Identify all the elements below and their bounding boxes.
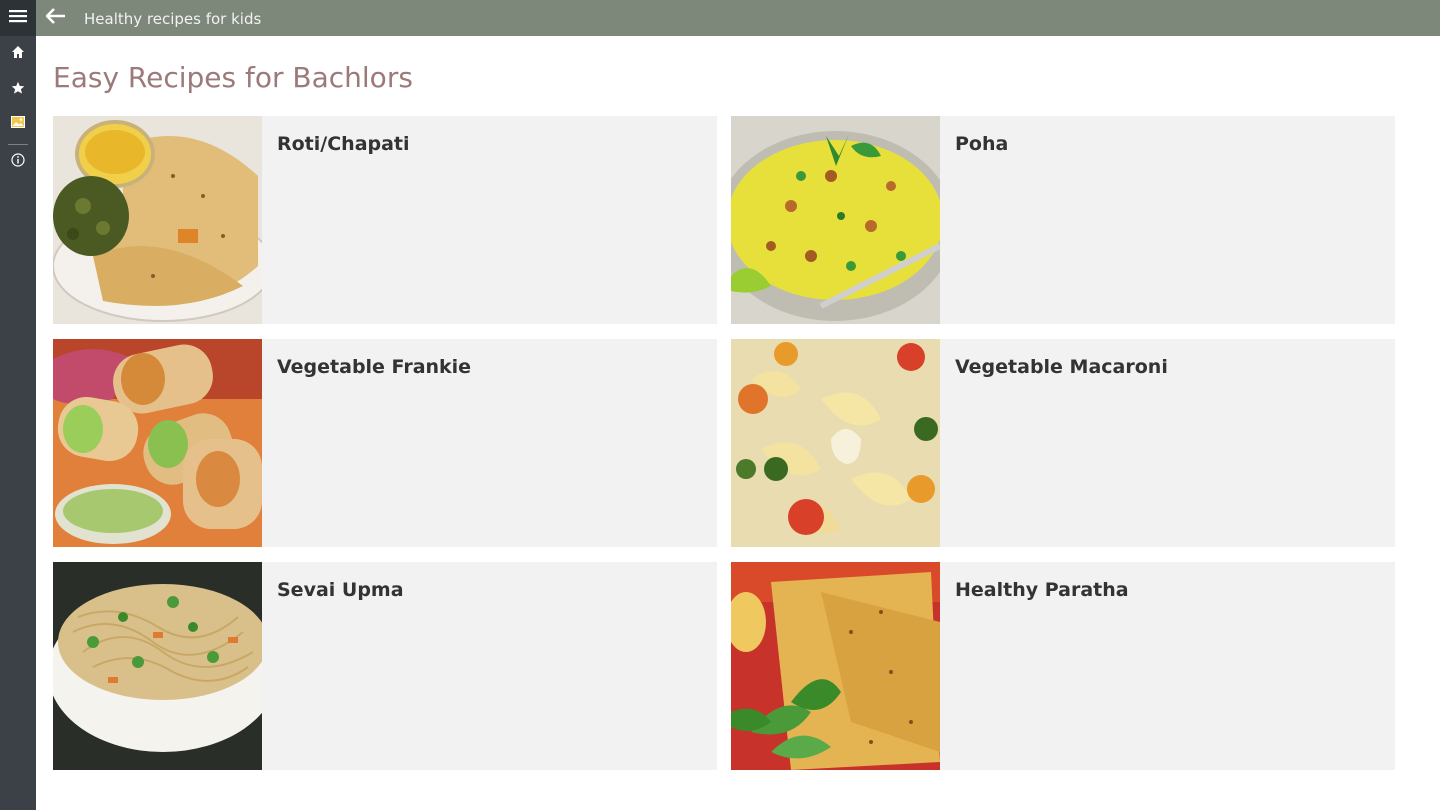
- home-button[interactable]: [0, 36, 36, 72]
- back-arrow-icon: [45, 7, 66, 29]
- app-title: Healthy recipes for kids: [84, 10, 262, 28]
- recipe-thumbnail: [53, 562, 262, 770]
- recipe-thumbnail: [731, 116, 940, 324]
- recipe-name: Sevai Upma: [277, 579, 404, 601]
- back-button[interactable]: [42, 4, 70, 32]
- recipe-thumbnail: [731, 339, 940, 547]
- recipe-card[interactable]: Sevai Upma: [53, 562, 717, 770]
- info-icon: [11, 152, 25, 172]
- recipe-grid: Roti/Chapati Poha Vegetable Frankie Vege…: [53, 116, 1395, 770]
- recipe-thumbnail: [53, 116, 262, 324]
- recipe-card[interactable]: Roti/Chapati: [53, 116, 717, 324]
- recipe-thumbnail: [53, 339, 262, 547]
- recipe-card[interactable]: Vegetable Frankie: [53, 339, 717, 547]
- favorites-button[interactable]: [0, 72, 36, 108]
- recipe-name: Healthy Paratha: [955, 579, 1129, 601]
- page-title: Easy Recipes for Bachlors: [53, 61, 413, 94]
- top-bar: Healthy recipes for kids: [36, 0, 1440, 36]
- star-icon: [11, 81, 25, 100]
- recipe-card[interactable]: Poha: [731, 116, 1395, 324]
- recipe-name: Vegetable Frankie: [277, 356, 472, 378]
- recipe-name: Roti/Chapati: [277, 133, 410, 155]
- recipe-card[interactable]: Healthy Paratha: [731, 562, 1395, 770]
- recipe-thumbnail: [731, 562, 940, 770]
- image-icon: [11, 115, 25, 134]
- hamburger-menu-icon: [9, 9, 27, 28]
- recipe-name: Vegetable Macaroni: [955, 356, 1168, 378]
- gallery-button[interactable]: [0, 106, 36, 142]
- recipe-name: Poha: [955, 133, 1009, 155]
- recipe-card[interactable]: Vegetable Macaroni: [731, 339, 1395, 547]
- sidebar: [0, 0, 36, 810]
- about-button[interactable]: [0, 144, 36, 180]
- hamburger-menu-button[interactable]: [0, 0, 36, 36]
- home-icon: [11, 45, 25, 64]
